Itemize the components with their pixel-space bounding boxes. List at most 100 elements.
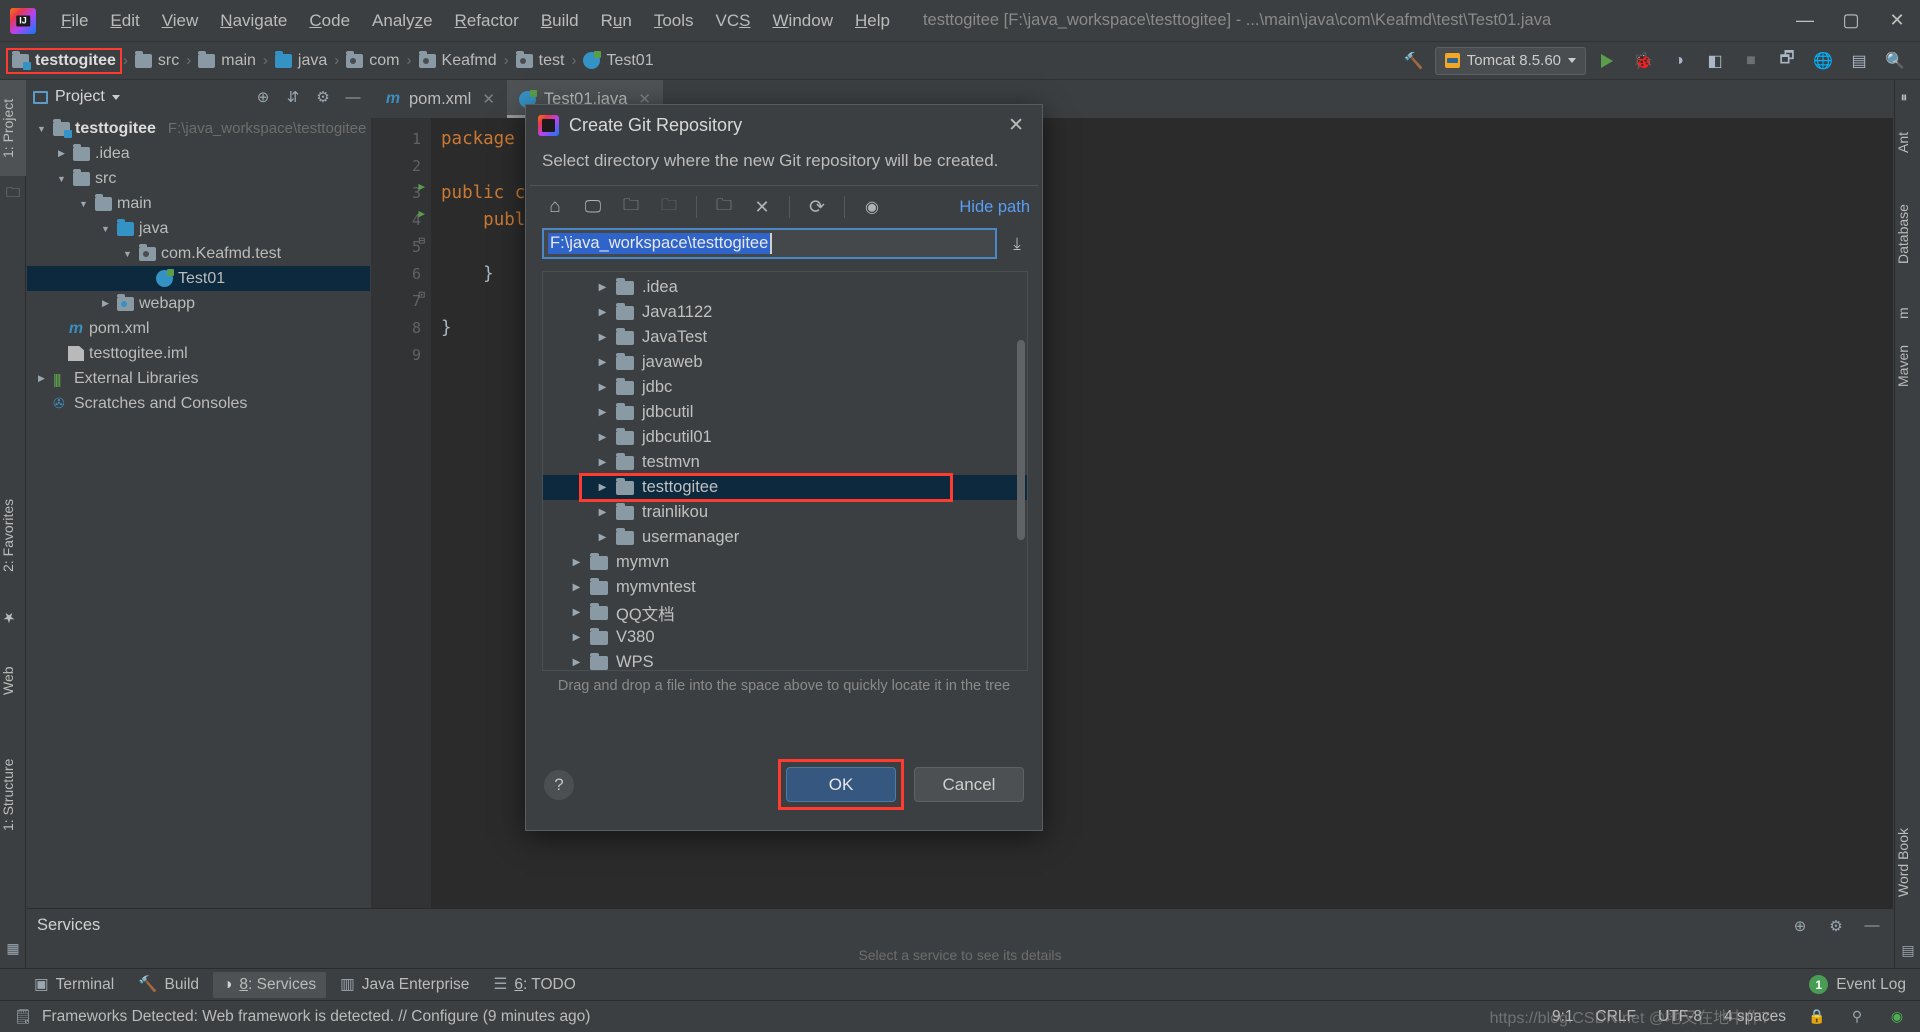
search-icon[interactable]: 🔍 — [1880, 47, 1910, 75]
breadcrumb-test01[interactable]: Test01 — [579, 50, 657, 72]
hammer-icon[interactable]: 🔨 — [1399, 47, 1429, 75]
fold-icon[interactable]: ⊡ — [418, 288, 425, 301]
dir-item-wps[interactable]: ▶ WPS — [543, 650, 1027, 670]
collapse-folder-icon[interactable]: 🗀 — [652, 192, 686, 222]
tool-tab-terminal[interactable]: ▣ Terminal — [24, 971, 124, 998]
lock-icon[interactable]: 🔒 — [1808, 1008, 1826, 1026]
update-icon[interactable]: 🗗 — [1772, 47, 1802, 75]
menu-build[interactable]: Build — [530, 7, 590, 35]
show-hidden-icon[interactable]: ◉ — [855, 192, 889, 222]
chevron-right-icon[interactable]: ▶ — [571, 557, 582, 568]
indent-setting[interactable]: 4 spaces — [1724, 1008, 1786, 1026]
run-configuration-selector[interactable]: Tomcat 8.5.60 — [1434, 46, 1586, 75]
build-icon[interactable]: ▦ — [4, 940, 22, 958]
home-icon[interactable]: ⌂ — [538, 192, 572, 222]
minimize-button[interactable]: — — [1782, 0, 1828, 42]
encoding[interactable]: UTF-8 — [1658, 1008, 1702, 1026]
browser-icon[interactable]: ◉ — [1888, 1008, 1906, 1026]
chevron-right-icon[interactable]: ▶ — [571, 607, 582, 618]
chevron-right-icon[interactable]: ▶ — [55, 148, 68, 159]
menu-navigate[interactable]: Navigate — [209, 7, 298, 35]
chevron-right-icon[interactable]: ▶ — [597, 532, 608, 543]
sidebar-item-project[interactable]: 1: Project — [0, 80, 26, 176]
breadcrumb-com[interactable]: com — [342, 50, 403, 72]
dir-item-mymvntest[interactable]: ▶ mymvntest — [543, 575, 1027, 600]
chevron-right-icon[interactable]: ▶ — [99, 298, 112, 309]
dir-item-mymvn[interactable]: ▶ mymvn — [543, 550, 1027, 575]
dir-item-idea[interactable]: ▶ .idea — [543, 275, 1027, 300]
chevron-down-icon[interactable]: ▼ — [35, 124, 48, 134]
dir-item-javaweb[interactable]: ▶ javaweb — [543, 350, 1027, 375]
menu-edit[interactable]: Edit — [99, 7, 150, 35]
menu-view[interactable]: View — [151, 7, 210, 35]
panel-icon[interactable]: ▤ — [1899, 942, 1917, 960]
menu-help[interactable]: Help — [844, 7, 901, 35]
path-input[interactable]: F:\java_workspace\testtogitee — [542, 228, 997, 259]
chevron-right-icon[interactable]: ▶ — [597, 307, 608, 318]
dir-item-v380[interactable]: ▶ V380 — [543, 625, 1027, 650]
menu-file[interactable]: File — [50, 7, 99, 35]
chevron-right-icon[interactable]: ▶ — [597, 382, 608, 393]
chevron-right-icon[interactable]: ▶ — [597, 432, 608, 443]
new-folder-icon[interactable]: 🗀 — [707, 192, 741, 222]
sidebar-item-ant[interactable]: Ant — [1895, 116, 1920, 168]
folder-icon[interactable]: 🗀 — [4, 182, 22, 200]
tree-item-java[interactable]: ▼ java — [27, 216, 370, 241]
hide-icon[interactable]: — — [1861, 915, 1883, 937]
pause-icon[interactable]: ⏸ — [1895, 86, 1920, 110]
tree-item-webapp[interactable]: ▶ webapp — [27, 291, 370, 316]
ok-button[interactable]: OK — [786, 767, 896, 802]
directory-tree[interactable]: ▶ .idea ▶ Java1122 ▶ JavaTest ▶ javaweb … — [542, 271, 1028, 671]
tree-item-external-libraries[interactable]: ▶ |||| External Libraries — [27, 366, 370, 391]
chevron-right-icon[interactable]: ▶ — [571, 582, 582, 593]
tree-item-src[interactable]: ▼ src — [27, 166, 370, 191]
chevron-right-icon[interactable]: ▶ — [597, 282, 608, 293]
dir-item-jdbcutil[interactable]: ▶ jdbcutil — [543, 400, 1027, 425]
dir-item-testtogitee[interactable]: ▶ testtogitee — [543, 473, 1027, 502]
breadcrumb-src[interactable]: src — [131, 50, 183, 72]
dir-item-jdbcutil01[interactable]: ▶ jdbcutil01 — [543, 425, 1027, 450]
maximize-button[interactable]: ▢ — [1828, 0, 1874, 42]
import-icon[interactable]: ⤓ — [1006, 234, 1028, 254]
fold-icon[interactable]: ⊟ — [418, 234, 425, 247]
run-gutter-icon[interactable]: ▶ — [418, 207, 425, 220]
cancel-button[interactable]: Cancel — [914, 767, 1024, 802]
chevron-down-icon[interactable]: ▼ — [55, 174, 68, 184]
help-icon[interactable]: ⊕ — [1789, 915, 1811, 937]
delete-icon[interactable]: ✕ — [745, 192, 779, 222]
dir-item-java1122[interactable]: ▶ Java1122 — [543, 300, 1027, 325]
hide-icon[interactable]: — — [342, 86, 364, 108]
tree-item-idea[interactable]: ▶ .idea — [27, 141, 370, 166]
dir-item-qq-docs[interactable]: ▶ QQ文档 — [543, 600, 1027, 625]
tree-item-testtogitee[interactable]: ▼ testtogitee F:\java_workspace\testtogi… — [27, 116, 370, 141]
menu-window[interactable]: Window — [762, 7, 844, 35]
caret-position[interactable]: 9:1 — [1552, 1008, 1574, 1026]
tool-tab-build[interactable]: 🔨 Build — [128, 971, 209, 998]
dir-item-testmvn[interactable]: ▶ testmvn — [543, 450, 1027, 475]
breadcrumb-main[interactable]: main — [194, 50, 260, 72]
tab-pom-xml[interactable]: m pom.xml ✕ — [373, 80, 507, 118]
refresh-icon[interactable]: ⟳ — [800, 192, 834, 222]
settings-gear-icon[interactable]: ⚙ — [1825, 915, 1847, 937]
tool-tab-services[interactable]: ◑ 8: Services — [213, 971, 327, 998]
star-icon[interactable]: ★ — [0, 602, 26, 632]
desktop-icon[interactable]: 🖵 — [576, 192, 610, 222]
stop-icon[interactable]: ■ — [1736, 47, 1766, 75]
debug-icon[interactable]: 🐞 — [1628, 47, 1658, 75]
menu-vcs[interactable]: VCS — [705, 7, 762, 35]
dir-item-javatest[interactable]: ▶ JavaTest — [543, 325, 1027, 350]
sidebar-item-web[interactable]: Web — [0, 636, 26, 726]
chevron-right-icon[interactable]: ▶ — [597, 482, 608, 493]
dialog-close-icon[interactable]: ✕ — [1002, 112, 1030, 139]
tree-item-iml[interactable]: testtogitee.iml — [27, 341, 370, 366]
tree-item-main[interactable]: ▼ main — [27, 191, 370, 216]
chevron-right-icon[interactable]: ▶ — [35, 373, 48, 384]
line-separator[interactable]: CRLF — [1596, 1008, 1636, 1026]
menu-analyze[interactable]: Analyze — [361, 7, 444, 35]
chevron-right-icon[interactable]: ▶ — [597, 507, 608, 518]
locate-icon[interactable]: ⊕ — [252, 86, 274, 108]
expand-folder-icon[interactable]: 🗀 — [614, 192, 648, 222]
layout-icon[interactable]: ▤ — [1844, 47, 1874, 75]
dir-item-trainlikou[interactable]: ▶ trainlikou — [543, 500, 1027, 525]
chevron-right-icon[interactable]: ▶ — [597, 407, 608, 418]
